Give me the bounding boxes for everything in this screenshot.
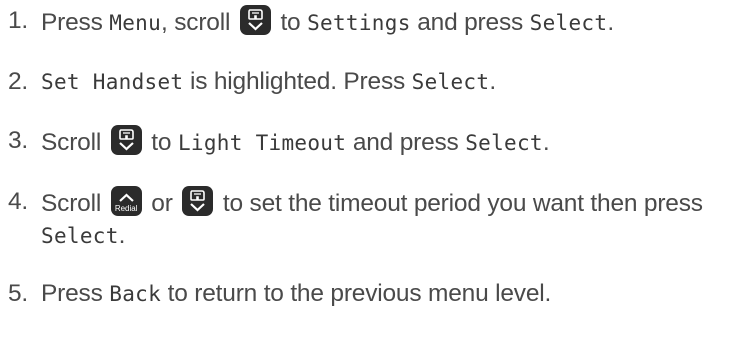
step-number: 5.	[8, 280, 29, 307]
display-text-select: Select	[41, 224, 119, 248]
display-text-set-handset: Set Handset	[41, 70, 184, 94]
display-text-select: Select	[529, 11, 608, 35]
display-text-select: Select	[411, 70, 490, 94]
phonebook-down-key-icon	[182, 186, 214, 216]
display-text-menu: Menu	[109, 11, 162, 35]
phonebook-down-key-icon	[239, 5, 271, 35]
step-2: 2. Set Handset is highlighted. Press Sel…	[8, 66, 724, 98]
step-1: 1. Press Menu, scroll to Settings and pr…	[8, 5, 614, 36]
step-4: 4. Scroll Redial or to set the timeout p…	[8, 186, 703, 249]
instruction-list: 1. Press Menu, scroll to Settings and pr…	[8, 5, 724, 337]
display-text-settings: Settings	[307, 11, 411, 35]
step-5: 5. Press Back to return to the previous …	[8, 278, 724, 310]
display-text-light-timeout: Light Timeout	[177, 131, 347, 155]
redial-key-label: Redial	[114, 204, 138, 213]
step-number: 3.	[8, 127, 29, 154]
phonebook-down-key-icon	[110, 125, 142, 155]
redial-up-key-icon: Redial	[110, 186, 142, 216]
display-text-back: Back	[109, 282, 162, 306]
step-number: 2.	[8, 68, 29, 95]
step-3: 3. Scroll to Light Timeout and press Sel…	[8, 125, 550, 156]
display-text-select: Select	[465, 131, 543, 155]
step-number: 4.	[8, 188, 29, 215]
step-number: 1.	[8, 7, 29, 34]
